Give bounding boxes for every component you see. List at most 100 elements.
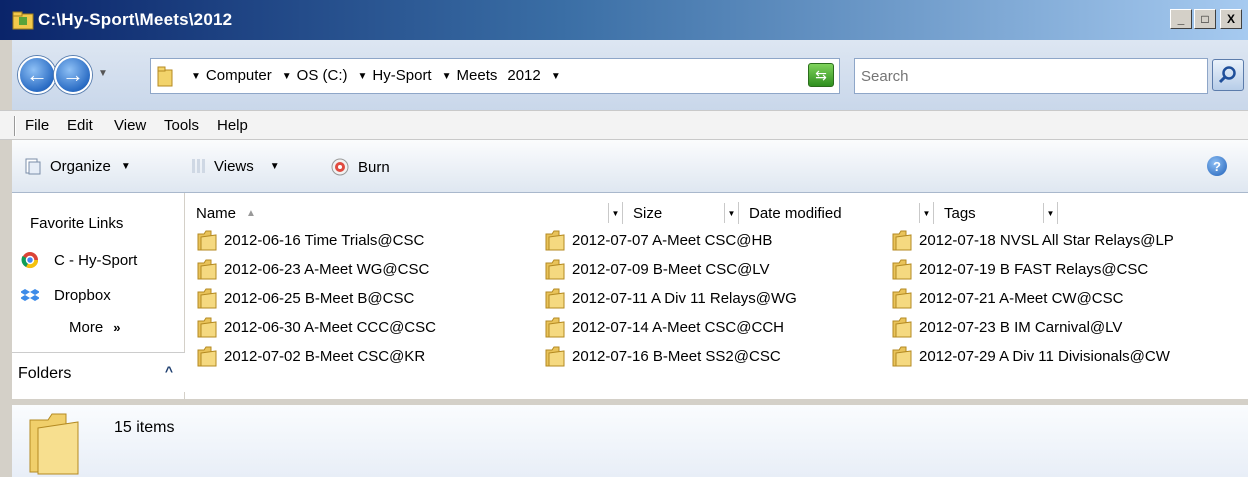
title-bar: C:\Hy-Sport\Meets\2012 _ □ X: [0, 0, 1248, 40]
file-item[interactable]: 2012-07-14 A-Meet CSC@CCH: [544, 316, 784, 338]
file-item[interactable]: 2012-07-11 A Div 11 Relays@WG: [544, 287, 797, 309]
breadcrumb-computer[interactable]: ▼ Computer: [191, 67, 272, 84]
folder-icon: [892, 259, 912, 280]
close-button[interactable]: X: [1220, 9, 1242, 29]
more-links-button[interactable]: More»: [69, 319, 120, 336]
window-frame-left: [0, 140, 12, 477]
menu-tools[interactable]: Tools: [164, 117, 199, 134]
favorite-links-heading: Favorite Links: [30, 215, 124, 232]
file-item[interactable]: 2012-07-23 B IM Carnival@LV: [891, 316, 1122, 338]
refresh-icon: ⇆: [815, 66, 827, 83]
recent-pages-dropdown[interactable]: ▼: [98, 68, 108, 79]
column-filter-dropdown[interactable]: ▼: [724, 203, 738, 223]
burn-button[interactable]: Burn: [330, 157, 390, 177]
navigation-bar: ← → ▼ ▼ Computer ▼ OS (C:) ▼ Hy-Sport ▼ Meet…: [0, 40, 1248, 110]
file-name: 2012-07-16 B-Meet SS2@CSC: [572, 347, 781, 365]
file-item[interactable]: 2012-07-07 A-Meet CSC@HB: [544, 229, 772, 251]
file-item[interactable]: 2012-07-16 B-Meet SS2@CSC: [544, 345, 781, 367]
navigation-pane: Favorite Links C - Hy-Sport Dropbox More…: [12, 193, 185, 399]
breadcrumb: ▼ Computer ▼ OS (C:) ▼ Hy-Sport ▼ Meets 2012…: [191, 67, 576, 84]
file-item[interactable]: 2012-07-29 A Div 11 Divisionals@CW: [891, 345, 1170, 367]
file-name: 2012-06-30 A-Meet CCC@CSC: [224, 318, 436, 336]
command-bar: Organize ▼ Views ▼ Burn ?: [0, 140, 1248, 193]
minimize-button[interactable]: _: [1170, 9, 1192, 29]
file-item[interactable]: 2012-06-30 A-Meet CCC@CSC: [196, 316, 436, 338]
file-name: 2012-07-09 B-Meet CSC@LV: [572, 260, 770, 278]
search-button[interactable]: [1212, 59, 1244, 91]
maximize-button[interactable]: □: [1194, 9, 1216, 29]
burn-disc-icon: [331, 158, 349, 176]
file-name: 2012-07-07 A-Meet CSC@HB: [572, 231, 773, 249]
menu-edit[interactable]: Edit: [67, 117, 93, 134]
breadcrumb-2012[interactable]: 2012 ▼: [507, 67, 565, 84]
folder-icon: [892, 230, 912, 251]
breadcrumb-os-c[interactable]: ▼ OS (C:): [282, 67, 348, 84]
folder-icon: [892, 288, 912, 309]
column-header-tags[interactable]: Tags ▼: [934, 202, 1058, 224]
forward-button[interactable]: →: [54, 56, 92, 94]
column-filter-dropdown[interactable]: ▼: [1043, 203, 1057, 223]
menu-grip: [14, 116, 16, 136]
file-item[interactable]: 2012-06-16 Time Trials@CSC: [196, 229, 424, 251]
column-filter-dropdown[interactable]: ▼: [608, 203, 622, 223]
folder-icon: [545, 259, 565, 280]
item-count: 15 items: [114, 419, 175, 436]
folder-icon: [197, 317, 217, 338]
window-title: C:\Hy-Sport\Meets\2012: [38, 10, 233, 29]
search-box: [854, 58, 1208, 94]
search-input[interactable]: [855, 59, 1207, 93]
folder-icon: [545, 346, 565, 367]
file-item[interactable]: 2012-07-21 A-Meet CW@CSC: [891, 287, 1123, 309]
file-item[interactable]: 2012-07-19 B FAST Relays@CSC: [891, 258, 1148, 280]
folders-toggle[interactable]: Folders ^: [12, 352, 185, 392]
file-name: 2012-07-02 B-Meet CSC@KR: [224, 347, 426, 365]
column-header-name[interactable]: Name ▲ ▼: [186, 202, 623, 224]
file-item[interactable]: 2012-06-23 A-Meet WG@CSC: [196, 258, 429, 280]
column-filter-dropdown[interactable]: ▼: [919, 203, 933, 223]
folder-icon: [892, 317, 912, 338]
favorite-link-c-hy-sport[interactable]: C - Hy-Sport: [20, 251, 137, 269]
help-icon[interactable]: ?: [1207, 156, 1227, 176]
folder-icon: [197, 259, 217, 280]
sort-ascending-icon: ▲: [246, 207, 256, 219]
folder-icon: [545, 230, 565, 251]
views-button[interactable]: Views ▼: [190, 157, 280, 175]
column-header-date-modified[interactable]: Date modified ▼: [739, 202, 934, 224]
menu-bar: File Edit View Tools Help: [0, 110, 1248, 140]
file-item[interactable]: 2012-06-25 B-Meet B@CSC: [196, 287, 414, 309]
file-name: 2012-07-21 A-Meet CW@CSC: [919, 289, 1124, 307]
file-name: 2012-06-23 A-Meet WG@CSC: [224, 260, 430, 278]
file-item[interactable]: 2012-07-02 B-Meet CSC@KR: [196, 345, 425, 367]
folder-app-icon: [12, 11, 34, 30]
file-item[interactable]: 2012-07-18 NVSL All Star Relays@LP: [891, 229, 1174, 251]
menu-file[interactable]: File: [25, 117, 49, 134]
chevron-up-icon: ^: [164, 363, 173, 379]
menu-view[interactable]: View: [114, 117, 146, 134]
search-icon: [1218, 66, 1236, 84]
file-name: 2012-07-29 A Div 11 Divisionals@CW: [919, 347, 1170, 365]
file-name: 2012-07-14 A-Meet CSC@CCH: [572, 318, 784, 336]
window-controls: _ □ X: [1168, 9, 1242, 29]
refresh-button[interactable]: ⇆: [808, 63, 834, 87]
chrome-icon: [21, 252, 39, 269]
folder-icon: [197, 288, 217, 309]
folder-icon: [545, 288, 565, 309]
menu-help[interactable]: Help: [217, 117, 248, 134]
dropbox-icon: [21, 288, 39, 301]
file-name: 2012-06-16 Time Trials@CSC: [224, 231, 425, 249]
favorite-link-dropbox[interactable]: Dropbox: [20, 287, 111, 304]
details-pane: 15 items: [12, 405, 1248, 477]
column-header-size[interactable]: Size ▼: [623, 202, 739, 224]
organize-icon: [25, 158, 41, 175]
breadcrumb-meets[interactable]: ▼ Meets: [442, 67, 498, 84]
folder-icon: [545, 317, 565, 338]
double-chevron-icon: »: [113, 320, 121, 335]
file-item[interactable]: 2012-07-09 B-Meet CSC@LV: [544, 258, 770, 280]
file-list: Name ▲ ▼ Size ▼ Date modified ▼ Tags ▼ 20…: [186, 193, 1248, 399]
back-button[interactable]: ←: [18, 56, 56, 94]
breadcrumb-hy-sport[interactable]: ▼ Hy-Sport: [358, 67, 432, 84]
organize-button[interactable]: Organize ▼: [24, 157, 131, 175]
file-name: 2012-07-11 A Div 11 Relays@WG: [572, 289, 797, 307]
folder-icon: [157, 66, 173, 87]
address-bar[interactable]: ▼ Computer ▼ OS (C:) ▼ Hy-Sport ▼ Meets 2012…: [150, 58, 840, 94]
